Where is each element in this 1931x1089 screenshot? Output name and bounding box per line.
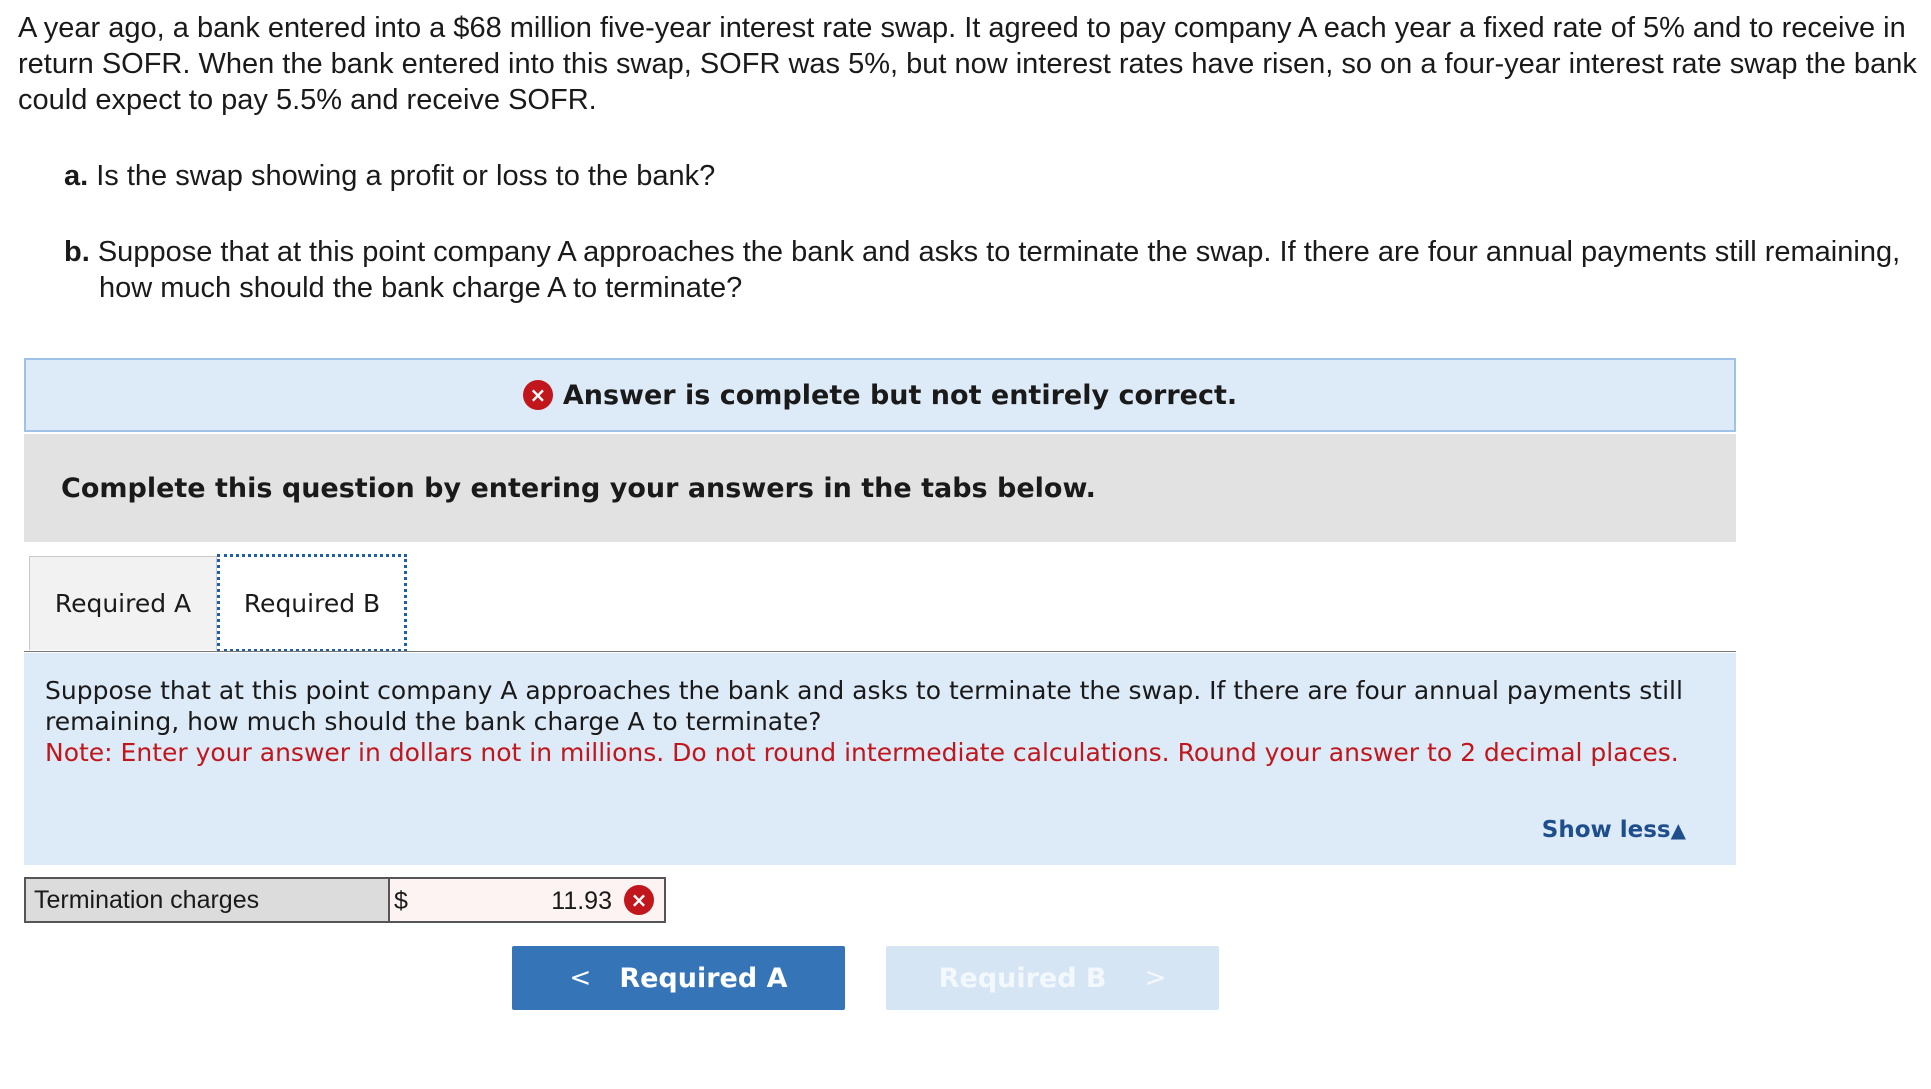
tab-required-b[interactable]: Required B: [217, 554, 407, 652]
question-intro: A year ago, a bank entered into a $68 mi…: [18, 12, 1917, 116]
instructions-bar: Complete this question by entering your …: [24, 434, 1736, 542]
answer-status-banner: × Answer is complete but not entirely co…: [24, 358, 1736, 432]
currency-symbol: $: [394, 887, 408, 915]
prompt-question: Suppose that at this point company A app…: [45, 676, 1683, 736]
part-a-text: Is the swap showing a profit or loss to …: [96, 160, 716, 192]
next-button-label: Required B: [938, 962, 1107, 994]
incorrect-icon: ×: [624, 885, 654, 915]
prompt-note: Note: Enter your answer in dollars not i…: [45, 738, 1679, 767]
prompt-text-block: Suppose that at this point company A app…: [45, 675, 1685, 768]
x-circle-icon: ×: [522, 380, 553, 410]
show-less-toggle[interactable]: Show less▲: [1542, 817, 1686, 843]
question-part-b: b. Suppose that at this point company A …: [64, 234, 1919, 306]
tab-required-a[interactable]: Required A: [29, 556, 217, 650]
status-message: Answer is complete but not entirely corr…: [562, 379, 1238, 411]
tab-divider: [24, 651, 1736, 652]
part-b-text: Suppose that at this point company A app…: [97, 236, 1901, 304]
chevron-right-icon: >: [1144, 963, 1167, 993]
show-less-label: Show less: [1541, 817, 1671, 843]
part-b-letter: b.: [64, 236, 90, 268]
instructions-text: Complete this question by entering your …: [61, 472, 1096, 504]
prompt-panel: Suppose that at this point company A app…: [24, 653, 1736, 865]
question-page: A year ago, a bank entered into a $68 mi…: [0, 0, 1931, 1089]
part-a-letter: a.: [64, 160, 89, 192]
termination-charges-label: Termination charges: [24, 877, 390, 923]
prev-button-label: Required A: [619, 962, 788, 994]
question-part-a: a. Is the swap showing a profit or loss …: [64, 158, 1919, 194]
prev-required-a-button[interactable]: < Required A: [512, 946, 845, 1010]
termination-charges-input[interactable]: $ 11.93 ×: [390, 877, 666, 923]
answer-table-row: Termination charges $ 11.93 ×: [24, 877, 666, 923]
chevron-left-icon: <: [569, 963, 592, 993]
tab-bar: Required A Required B: [24, 554, 1736, 652]
answer-value[interactable]: 11.93: [551, 887, 612, 916]
next-required-b-button[interactable]: Required B >: [886, 946, 1219, 1010]
triangle-up-icon: ▲: [1670, 818, 1686, 842]
